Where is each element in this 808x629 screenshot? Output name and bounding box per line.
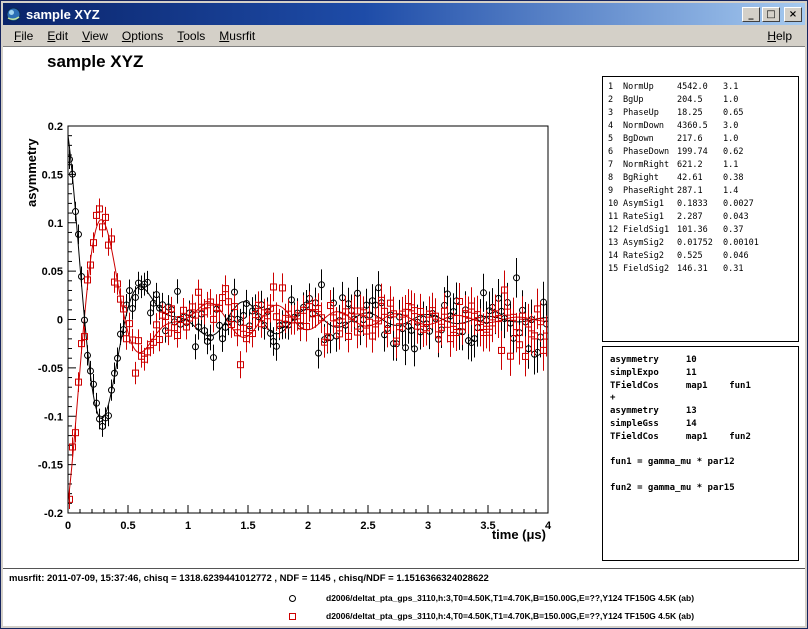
square-marker-icon <box>289 613 296 620</box>
theory-line <box>610 469 798 482</box>
maximize-icon[interactable]: □ <box>762 7 780 22</box>
parameter-row: 11RateSig12.2870.043 <box>608 211 798 224</box>
menu-file[interactable]: File <box>7 27 40 45</box>
theory-line: TFieldCos map1 fun2 <box>610 431 798 444</box>
window-controls: _ □ × <box>742 7 802 22</box>
parameter-row: 4NormDown4360.53.0 <box>608 120 798 133</box>
parameter-row: 10AsymSig10.18330.0027 <box>608 198 798 211</box>
plot-svg: 0.20.150.10.050-0.05-0.1-0.15-0.200.511.… <box>3 47 603 568</box>
theory-line: + <box>610 392 798 405</box>
theory-line: fun2 = gamma_mu * par15 <box>610 482 798 495</box>
parameter-row: 7NormRight621.21.1 <box>608 159 798 172</box>
svg-text:1.5: 1.5 <box>240 520 255 532</box>
svg-text:0.1: 0.1 <box>48 218 63 230</box>
menu-musrfit[interactable]: Musrfit <box>212 27 262 45</box>
root-canvas: sample XYZ 0.20.150.10.050-0.05-0.1-0.15… <box>3 46 805 626</box>
theory-line: TFieldCos map1 fun1 <box>610 380 798 393</box>
menu-bar: File Edit View Options Tools Musrfit Hel… <box>3 25 805 46</box>
theory-lines: asymmetry 10simplExpo 11TFieldCos map1 f… <box>610 354 798 367</box>
parameter-row: 8BgRight42.610.38 <box>608 172 798 185</box>
app-icon <box>6 7 21 22</box>
svg-text:time (μs): time (μs) <box>492 527 546 542</box>
svg-text:0.15: 0.15 <box>42 169 63 181</box>
menu-view[interactable]: View <box>75 27 115 45</box>
fit-statistics: musrfit: 2011-07-09, 15:37:46, chisq = 1… <box>9 573 489 584</box>
menu-options[interactable]: Options <box>115 27 170 45</box>
minimize-icon[interactable]: _ <box>742 7 760 22</box>
legend-label: d2006/deltat_pta_gps_3110,h:3,T0=4.50K,T… <box>326 593 694 603</box>
theory-line <box>610 444 798 457</box>
svg-text:-0.1: -0.1 <box>44 411 63 423</box>
svg-text:0: 0 <box>57 315 63 327</box>
parameter-row: 3PhaseUp18.250.65 <box>608 107 798 120</box>
parameter-row: 5BgDown217.61.0 <box>608 133 798 146</box>
legend-item: d2006/deltat_pta_gps_3110,h:3,T0=4.50K,T… <box>289 591 694 605</box>
legend-item: d2006/deltat_pta_gps_3110,h:4,T0=4.50K,T… <box>289 609 694 623</box>
parameter-rows: 1NormUp4542.03.12BgUp204.51.03PhaseUp18.… <box>608 81 798 276</box>
parameter-row: 1NormUp4542.03.1 <box>608 81 798 94</box>
parameter-row: 14RateSig20.5250.046 <box>608 250 798 263</box>
menu-edit[interactable]: Edit <box>40 27 75 45</box>
svg-text:0.5: 0.5 <box>120 520 135 532</box>
theory-line: simpleGss 14 <box>610 418 798 431</box>
svg-text:-0.2: -0.2 <box>44 508 63 520</box>
svg-text:-0.15: -0.15 <box>38 460 63 472</box>
parameter-box: 1NormUp4542.03.12BgUp204.51.03PhaseUp18.… <box>602 76 799 342</box>
theory-line: asymmetry 13 <box>610 405 798 418</box>
window-title: sample XYZ <box>26 7 737 22</box>
parameter-row: 13AsymSig20.017520.00101 <box>608 237 798 250</box>
theory-box: asymmetry 10simplExpo 11TFieldCos map1 f… <box>602 346 799 561</box>
parameter-row: 9PhaseRight287.11.4 <box>608 185 798 198</box>
svg-text:asymmetry: asymmetry <box>24 138 39 207</box>
menu-tools[interactable]: Tools <box>170 27 212 45</box>
parameter-row: 12FieldSig1101.360.37 <box>608 224 798 237</box>
title-bar[interactable]: sample XYZ _ □ × <box>3 3 805 25</box>
parameter-row: 15FieldSig2146.310.31 <box>608 263 798 276</box>
app-window: sample XYZ _ □ × File Edit View Options … <box>0 0 808 629</box>
svg-text:2: 2 <box>305 520 311 532</box>
svg-text:1: 1 <box>185 520 191 532</box>
svg-text:0.2: 0.2 <box>48 121 63 133</box>
theory-line: fun1 = gamma_mu * par12 <box>610 456 798 469</box>
legend-label: d2006/deltat_pta_gps_3110,h:4,T0=4.50K,T… <box>326 611 694 621</box>
parameter-row: 2BgUp204.51.0 <box>608 94 798 107</box>
circle-marker-icon <box>289 595 296 602</box>
theory-line: simplExpo 11 <box>610 367 798 380</box>
parameter-row: 6PhaseDown199.740.62 <box>608 146 798 159</box>
svg-text:-0.05: -0.05 <box>38 363 63 375</box>
menu-help[interactable]: Help <box>760 27 799 45</box>
stats-divider <box>3 568 805 569</box>
svg-text:0: 0 <box>65 520 71 532</box>
svg-text:3: 3 <box>425 520 431 532</box>
theory-line: asymmetry 10 <box>610 354 798 367</box>
close-icon[interactable]: × <box>784 7 802 22</box>
svg-text:2.5: 2.5 <box>360 520 375 532</box>
svg-text:0.05: 0.05 <box>42 266 63 278</box>
